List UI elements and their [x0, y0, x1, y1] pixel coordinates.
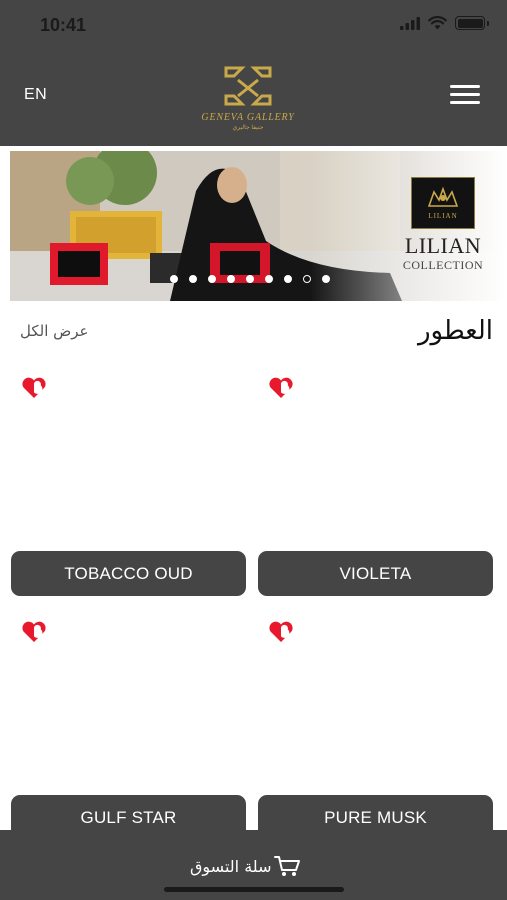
status-bar: 10:41	[0, 0, 507, 50]
view-all-link[interactable]: عرض الكل	[20, 322, 89, 340]
carousel-dot[interactable]	[246, 275, 254, 283]
bottom-cart-bar: سلة التسوق	[0, 830, 507, 900]
signal-icon	[400, 16, 420, 30]
favorite-heart-icon[interactable]	[268, 377, 294, 399]
shopping-cart-icon	[274, 856, 301, 876]
favorite-heart-icon[interactable]	[21, 377, 47, 399]
product-button[interactable]: TOBACCO OUD	[11, 551, 246, 596]
carousel-dot[interactable]	[189, 275, 197, 283]
section-title: العطور	[417, 316, 493, 346]
brand-name: LILIAN	[404, 233, 482, 258]
carousel-dot[interactable]	[284, 275, 292, 283]
logo-subtext: جنيفا جاليري	[232, 125, 264, 131]
wifi-icon	[428, 16, 447, 30]
carousel-dots	[170, 275, 330, 283]
lilian-logo-box: LILIAN	[411, 177, 475, 229]
lion-crest-icon	[427, 186, 459, 207]
carousel-dot[interactable]	[265, 275, 273, 283]
carousel-dot[interactable]	[170, 275, 178, 283]
app-logo[interactable]: GENEVA GALLERY جنيفا جاليري	[198, 64, 298, 131]
status-icons	[400, 16, 489, 30]
favorite-heart-icon[interactable]	[21, 621, 47, 643]
carousel-dot[interactable]	[208, 275, 216, 283]
status-time: 10:41	[40, 15, 87, 35]
brand-collection: COLLECTION	[402, 258, 484, 272]
logo-text: GENEVA GALLERY	[201, 112, 295, 123]
home-indicator	[164, 887, 344, 892]
promo-banner[interactable]: LILIAN LILIAN COLLECTION	[10, 151, 507, 301]
carousel-dot[interactable]	[322, 275, 330, 283]
language-toggle[interactable]: EN	[24, 86, 47, 104]
shopping-cart-button[interactable]: سلة التسوق	[190, 854, 301, 878]
app-header: 10:41 EN GENEVA GALLERY جنيفا جاليري	[0, 0, 507, 146]
product-button[interactable]: VIOLETA	[258, 551, 493, 596]
geneva-gallery-logo-icon	[224, 66, 272, 106]
battery-icon	[455, 16, 489, 30]
favorite-heart-icon[interactable]	[268, 621, 294, 643]
lilian-brand-mark: LILIAN LILIAN COLLECTION	[393, 177, 493, 271]
lilian-box-text: LILIAN	[428, 212, 458, 220]
carousel-dot[interactable]	[227, 275, 235, 283]
carousel-dot-active[interactable]	[303, 275, 311, 283]
hamburger-menu-icon[interactable]	[450, 85, 480, 105]
cart-label: سلة التسوق	[190, 856, 272, 876]
